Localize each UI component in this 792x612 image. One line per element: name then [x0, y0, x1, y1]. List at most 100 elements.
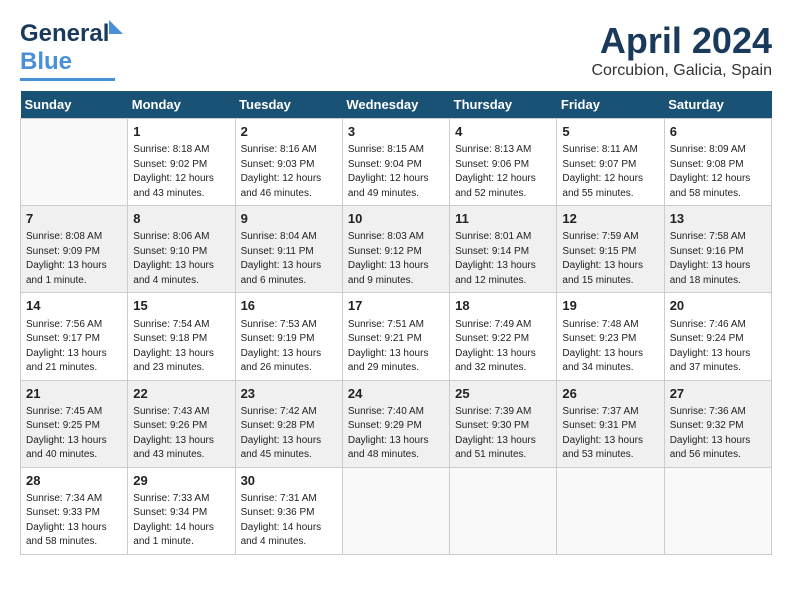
day-number-13: 13: [670, 210, 766, 228]
day-number-30: 30: [241, 472, 337, 490]
day-number-7: 7: [26, 210, 122, 228]
logo-general: General: [20, 20, 109, 47]
day-info-7: Sunrise: 8:08 AM Sunset: 9:09 PM Dayligh…: [26, 230, 122, 288]
day-cell-11: 11 Sunrise: 8:01 AM Sunset: 9:14 PM Dayli…: [450, 206, 557, 293]
day-number-11: 11: [455, 210, 551, 228]
day-number-21: 21: [26, 385, 122, 403]
day-cell-21: 21 Sunrise: 7:45 AM Sunset: 9:25 PM Dayli…: [21, 380, 128, 467]
day-info-20: Sunrise: 7:46 AM Sunset: 9:24 PM Dayligh…: [670, 318, 766, 376]
day-cell-10: 10 Sunrise: 8:03 AM Sunset: 9:12 PM Dayli…: [342, 206, 449, 293]
day-cell-9: 9 Sunrise: 8:04 AM Sunset: 9:11 PM Daylig…: [235, 206, 342, 293]
day-info-12: Sunrise: 7:59 AM Sunset: 9:15 PM Dayligh…: [562, 230, 658, 288]
day-number-3: 3: [348, 123, 444, 141]
day-number-4: 4: [455, 123, 551, 141]
day-cell-6: 6Sunrise: 8:09 AM Sunset: 9:08 PM Daylig…: [664, 119, 771, 206]
day-info-11: Sunrise: 8:01 AM Sunset: 9:14 PM Dayligh…: [455, 230, 551, 288]
day-number-23: 23: [241, 385, 337, 403]
header-saturday: Saturday: [664, 91, 771, 119]
day-info-18: Sunrise: 7:49 AM Sunset: 9:22 PM Dayligh…: [455, 318, 551, 376]
day-cell-20: 20 Sunrise: 7:46 AM Sunset: 9:24 PM Dayli…: [664, 293, 771, 380]
day-number-2: 2: [241, 123, 337, 141]
day-info-28: Sunrise: 7:34 AM Sunset: 9:33 PM Dayligh…: [26, 492, 122, 550]
day-cell-3: 3 Sunrise: 8:15 AM Sunset: 9:04 PM Daylig…: [342, 119, 449, 206]
location-title: Corcubion, Galicia, Spain: [591, 62, 772, 80]
day-info-4: Sunrise: 8:13 AM Sunset: 9:06 PM Dayligh…: [455, 143, 551, 201]
day-info-1: Sunrise: 8:18 AM Sunset: 9:02 PM Dayligh…: [133, 143, 229, 201]
day-number-19: 19: [562, 297, 658, 315]
logo-blue: Blue: [20, 48, 72, 76]
day-cell-2: 2 Sunrise: 8:16 AM Sunset: 9:03 PM Daylig…: [235, 119, 342, 206]
day-cell-14: 14 Sunrise: 7:56 AM Sunset: 9:17 PM Dayli…: [21, 293, 128, 380]
day-number-25: 25: [455, 385, 551, 403]
day-cell-19: 19 Sunrise: 7:48 AM Sunset: 9:23 PM Dayli…: [557, 293, 664, 380]
day-cell-4: 4 Sunrise: 8:13 AM Sunset: 9:06 PM Daylig…: [450, 119, 557, 206]
day-number-9: 9: [241, 210, 337, 228]
header-friday: Friday: [557, 91, 664, 119]
day-number-20: 20: [670, 297, 766, 315]
day-cell-16: 16 Sunrise: 7:53 AM Sunset: 9:19 PM Dayli…: [235, 293, 342, 380]
day-cell-18: 18 Sunrise: 7:49 AM Sunset: 9:22 PM Dayli…: [450, 293, 557, 380]
day-cell-29: 29 Sunrise: 7:33 AM Sunset: 9:34 PM Dayli…: [128, 467, 235, 554]
day-info-2: Sunrise: 8:16 AM Sunset: 9:03 PM Dayligh…: [241, 143, 337, 201]
day-number-24: 24: [348, 385, 444, 403]
day-number-22: 22: [133, 385, 229, 403]
month-title: April 2024: [591, 20, 772, 62]
day-number-18: 18: [455, 297, 551, 315]
calendar-table: SundayMondayTuesdayWednesdayThursdayFrid…: [20, 91, 772, 555]
day-number-27: 27: [670, 385, 766, 403]
day-number-16: 16: [241, 297, 337, 315]
header-wednesday: Wednesday: [342, 91, 449, 119]
day-number-5: 5: [562, 123, 658, 141]
day-info-3: Sunrise: 8:15 AM Sunset: 9:04 PM Dayligh…: [348, 143, 444, 201]
day-cell-5: 5 Sunrise: 8:11 AM Sunset: 9:07 PM Daylig…: [557, 119, 664, 206]
empty-cell: [664, 467, 771, 554]
day-info-19: Sunrise: 7:48 AM Sunset: 9:23 PM Dayligh…: [562, 318, 658, 376]
day-info-16: Sunrise: 7:53 AM Sunset: 9:19 PM Dayligh…: [241, 318, 337, 376]
day-info-29: Sunrise: 7:33 AM Sunset: 9:34 PM Dayligh…: [133, 492, 229, 550]
day-info-24: Sunrise: 7:40 AM Sunset: 9:29 PM Dayligh…: [348, 405, 444, 463]
day-info-10: Sunrise: 8:03 AM Sunset: 9:12 PM Dayligh…: [348, 230, 444, 288]
day-cell-23: 23 Sunrise: 7:42 AM Sunset: 9:28 PM Dayli…: [235, 380, 342, 467]
day-cell-8: 8Sunrise: 8:06 AM Sunset: 9:10 PM Daylig…: [128, 206, 235, 293]
day-info-15: Sunrise: 7:54 AM Sunset: 9:18 PM Dayligh…: [133, 318, 229, 376]
day-number-15: 15: [133, 297, 229, 315]
day-info-25: Sunrise: 7:39 AM Sunset: 9:30 PM Dayligh…: [455, 405, 551, 463]
day-cell-12: 12 Sunrise: 7:59 AM Sunset: 9:15 PM Dayli…: [557, 206, 664, 293]
day-info-9: Sunrise: 8:04 AM Sunset: 9:11 PM Dayligh…: [241, 230, 337, 288]
day-info-21: Sunrise: 7:45 AM Sunset: 9:25 PM Dayligh…: [26, 405, 122, 463]
day-number-29: 29: [133, 472, 229, 490]
logo: General Blue: [20, 20, 115, 81]
day-info-14: Sunrise: 7:56 AM Sunset: 9:17 PM Dayligh…: [26, 318, 122, 376]
day-info-27: Sunrise: 7:36 AM Sunset: 9:32 PM Dayligh…: [670, 405, 766, 463]
day-info-5: Sunrise: 8:11 AM Sunset: 9:07 PM Dayligh…: [562, 143, 658, 201]
day-number-14: 14: [26, 297, 122, 315]
day-cell-7: 7 Sunrise: 8:08 AM Sunset: 9:09 PM Daylig…: [21, 206, 128, 293]
day-number-26: 26: [562, 385, 658, 403]
day-cell-30: 30Sunrise: 7:31 AM Sunset: 9:36 PM Dayli…: [235, 467, 342, 554]
day-cell-28: 28 Sunrise: 7:34 AM Sunset: 9:33 PM Dayli…: [21, 467, 128, 554]
empty-cell: [450, 467, 557, 554]
header-sunday: Sunday: [21, 91, 128, 119]
day-info-22: Sunrise: 7:43 AM Sunset: 9:26 PM Dayligh…: [133, 405, 229, 463]
day-cell-26: 26 Sunrise: 7:37 AM Sunset: 9:31 PM Dayli…: [557, 380, 664, 467]
day-number-12: 12: [562, 210, 658, 228]
day-cell-27: 27 Sunrise: 7:36 AM Sunset: 9:32 PM Dayli…: [664, 380, 771, 467]
day-info-13: Sunrise: 7:58 AM Sunset: 9:16 PM Dayligh…: [670, 230, 766, 288]
day-cell-25: 25 Sunrise: 7:39 AM Sunset: 9:30 PM Dayli…: [450, 380, 557, 467]
day-info-23: Sunrise: 7:42 AM Sunset: 9:28 PM Dayligh…: [241, 405, 337, 463]
day-number-10: 10: [348, 210, 444, 228]
day-info-26: Sunrise: 7:37 AM Sunset: 9:31 PM Dayligh…: [562, 405, 658, 463]
day-info-17: Sunrise: 7:51 AM Sunset: 9:21 PM Dayligh…: [348, 318, 444, 376]
header-thursday: Thursday: [450, 91, 557, 119]
header: General Blue April 2024 Corcubion, Galic…: [20, 20, 772, 81]
day-cell-15: 15 Sunrise: 7:54 AM Sunset: 9:18 PM Dayli…: [128, 293, 235, 380]
day-cell-13: 13 Sunrise: 7:58 AM Sunset: 9:16 PM Dayli…: [664, 206, 771, 293]
day-cell-24: 24 Sunrise: 7:40 AM Sunset: 9:29 PM Dayli…: [342, 380, 449, 467]
day-number-17: 17: [348, 297, 444, 315]
header-row: SundayMondayTuesdayWednesdayThursdayFrid…: [21, 91, 772, 119]
day-number-28: 28: [26, 472, 122, 490]
day-number-1: 1: [133, 123, 229, 141]
empty-cell: [21, 119, 128, 206]
day-cell-17: 17 Sunrise: 7:51 AM Sunset: 9:21 PM Dayli…: [342, 293, 449, 380]
day-cell-22: 22 Sunrise: 7:43 AM Sunset: 9:26 PM Dayli…: [128, 380, 235, 467]
